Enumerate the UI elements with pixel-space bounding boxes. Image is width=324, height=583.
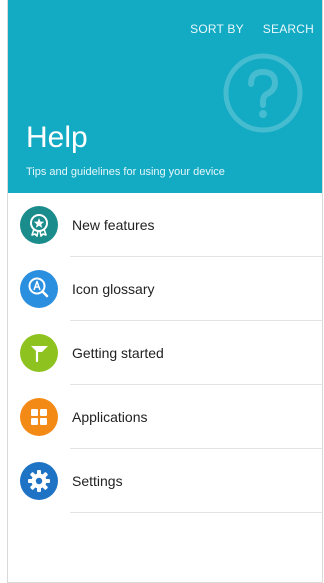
menu-item-label: Applications (72, 409, 148, 425)
sort-by-button[interactable]: SORT BY (190, 22, 244, 36)
menu-item-label: Icon glossary (72, 281, 155, 297)
grid-icon (20, 398, 58, 436)
menu-item-getting-started[interactable]: Getting started (8, 321, 322, 385)
menu-item-icon-glossary[interactable]: Icon glossary (8, 257, 322, 321)
search-button[interactable]: SEARCH (263, 22, 314, 36)
menu-item-new-features[interactable]: New features (8, 193, 322, 257)
help-menu-list: New features Icon glossary Getting start… (8, 193, 322, 513)
page-subtitle: Tips and guidelines for using your devic… (26, 166, 225, 178)
page-title: Help (26, 121, 88, 154)
flag-icon (20, 334, 58, 372)
divider (70, 512, 322, 513)
header-actions: SORT BY SEARCH (190, 22, 314, 36)
question-mark-icon (223, 53, 303, 133)
menu-item-label: Settings (72, 473, 123, 489)
menu-item-applications[interactable]: Applications (8, 385, 322, 449)
menu-item-label: Getting started (72, 345, 164, 361)
help-header: SORT BY SEARCH Help Tips and guidelines … (8, 0, 322, 193)
star-badge-icon (20, 206, 58, 244)
search-a-icon (20, 270, 58, 308)
menu-item-settings[interactable]: Settings (8, 449, 322, 513)
menu-item-label: New features (72, 217, 155, 233)
gear-icon (20, 462, 58, 500)
help-screen: SORT BY SEARCH Help Tips and guidelines … (7, 0, 323, 583)
